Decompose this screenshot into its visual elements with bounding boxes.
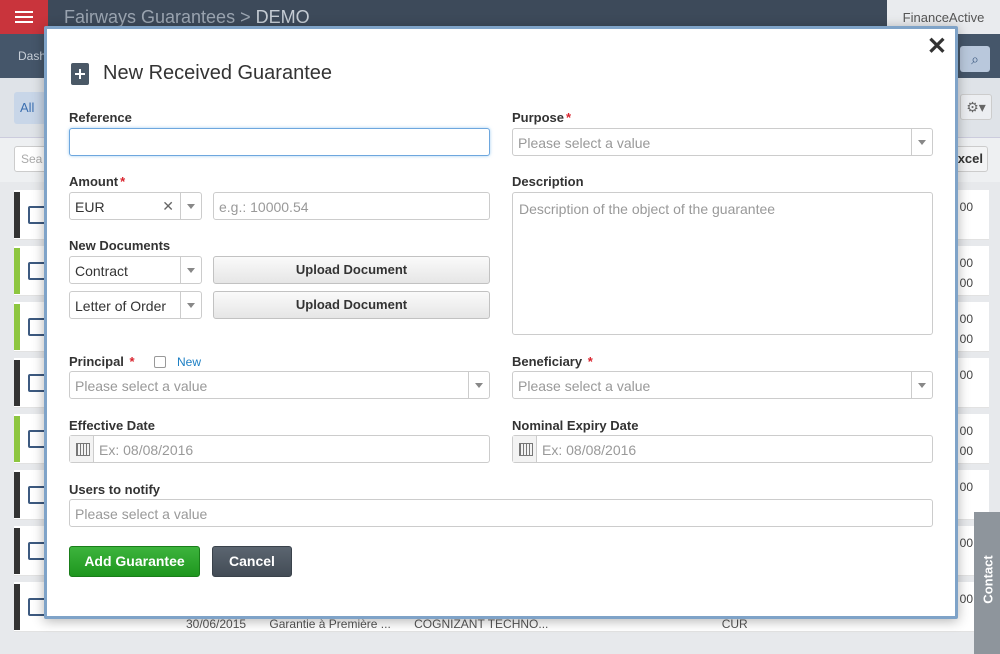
row-value: 00 (959, 312, 973, 326)
row-value: 00 (959, 200, 973, 214)
status-bar (14, 528, 20, 574)
row-value: 00 (959, 444, 973, 458)
currency-value: EUR (75, 199, 105, 215)
principal-label: Principal * (69, 354, 135, 369)
status-bar (14, 360, 20, 406)
add-guarantee-button[interactable]: Add Guarantee (69, 546, 200, 577)
purpose-select[interactable]: Please select a value (512, 128, 933, 156)
app-context: DEMO (255, 7, 310, 27)
document-type-select[interactable]: Letter of Order (69, 291, 202, 319)
effective-date-label: Effective Date (69, 418, 155, 433)
nav-dashboard-link[interactable]: Dash (18, 49, 46, 63)
row-type: Garantie à Première ... (269, 617, 391, 631)
users-to-notify-select[interactable]: Please select a value (69, 499, 933, 527)
effective-date-input[interactable]: Ex: 08/08/2016 (69, 435, 490, 463)
reference-input[interactable] (69, 128, 490, 156)
document-type-select[interactable]: Contract (69, 256, 202, 284)
modal-title: New Received Guarantee (71, 62, 332, 85)
new-documents-label: New Documents (69, 238, 171, 253)
status-bar (14, 248, 20, 294)
chevron-down-icon[interactable] (911, 372, 932, 398)
status-bar (14, 472, 20, 518)
currency-select[interactable]: EUR ✕ (69, 192, 202, 220)
row-value: 00 (959, 480, 973, 494)
row-value: 00 (959, 424, 973, 438)
status-bar (14, 584, 20, 630)
row-value: 00 (959, 592, 973, 606)
breadcrumb-separator: > (240, 7, 251, 27)
row-company: COGNIZANT TECHNO... (414, 617, 549, 631)
nominal-expiry-date-label: Nominal Expiry Date (512, 418, 639, 433)
cancel-button[interactable]: Cancel (212, 546, 292, 577)
chevron-down-icon[interactable] (180, 257, 201, 283)
gear-icon[interactable]: ⚙▾ (960, 94, 992, 120)
app-title: Fairways Guarantees > DEMO (64, 7, 310, 28)
amount-input[interactable]: e.g.: 10000.54 (213, 192, 490, 220)
list-item[interactable]: 30/06/2015 Garantie à Première ... COGNI… (186, 617, 768, 631)
close-icon[interactable]: ✕ (927, 35, 947, 59)
chevron-down-icon[interactable] (911, 129, 932, 155)
row-value: 00 (959, 368, 973, 382)
purpose-label: Purpose * (512, 110, 572, 125)
status-bar (14, 416, 20, 462)
app-name[interactable]: Fairways Guarantees (64, 7, 235, 27)
calendar-icon[interactable] (70, 436, 94, 462)
chevron-down-icon[interactable] (468, 372, 489, 398)
amount-label: Amount * (69, 174, 126, 189)
all-filter-button[interactable]: All (14, 92, 46, 124)
row-value: 00 (959, 536, 973, 550)
beneficiary-select[interactable]: Please select a value (512, 371, 933, 399)
row-value: 00 (959, 276, 973, 290)
reference-label: Reference (69, 110, 132, 125)
row-date: 30/06/2015 (186, 617, 247, 631)
new-principal-link[interactable]: New (177, 355, 201, 369)
contact-tab[interactable]: Contact (974, 512, 1000, 654)
new-guarantee-modal: ✕ New Received Guarantee Reference Purpo… (44, 26, 958, 619)
row-currency: CUR (721, 617, 748, 631)
upload-document-button[interactable]: Upload Document (213, 291, 490, 319)
chevron-down-icon[interactable] (180, 292, 201, 318)
description-label: Description (512, 174, 584, 189)
row-value: 00 (959, 332, 973, 346)
calendar-icon[interactable] (513, 436, 537, 462)
clear-icon[interactable]: ✕ (162, 198, 174, 215)
hamburger-menu-icon[interactable] (0, 0, 48, 34)
principal-select[interactable]: Please select a value (69, 371, 490, 399)
upload-document-button[interactable]: Upload Document (213, 256, 490, 284)
new-principal-checkbox[interactable] (154, 356, 166, 368)
status-bar (14, 304, 20, 350)
beneficiary-label: Beneficiary * (512, 354, 593, 369)
users-to-notify-label: Users to notify (69, 482, 161, 497)
row-value: 00 (959, 256, 973, 270)
status-bar (14, 192, 20, 238)
add-document-icon (71, 62, 89, 85)
search-icon[interactable]: ⌕ (960, 46, 990, 72)
description-textarea[interactable]: Description of the object of the guarant… (512, 192, 933, 335)
contact-tab-label: Contact (980, 555, 996, 604)
chevron-down-icon[interactable] (180, 193, 201, 219)
nominal-expiry-date-input[interactable]: Ex: 08/08/2016 (512, 435, 933, 463)
modal-title-text: New Received Guarantee (103, 62, 333, 84)
